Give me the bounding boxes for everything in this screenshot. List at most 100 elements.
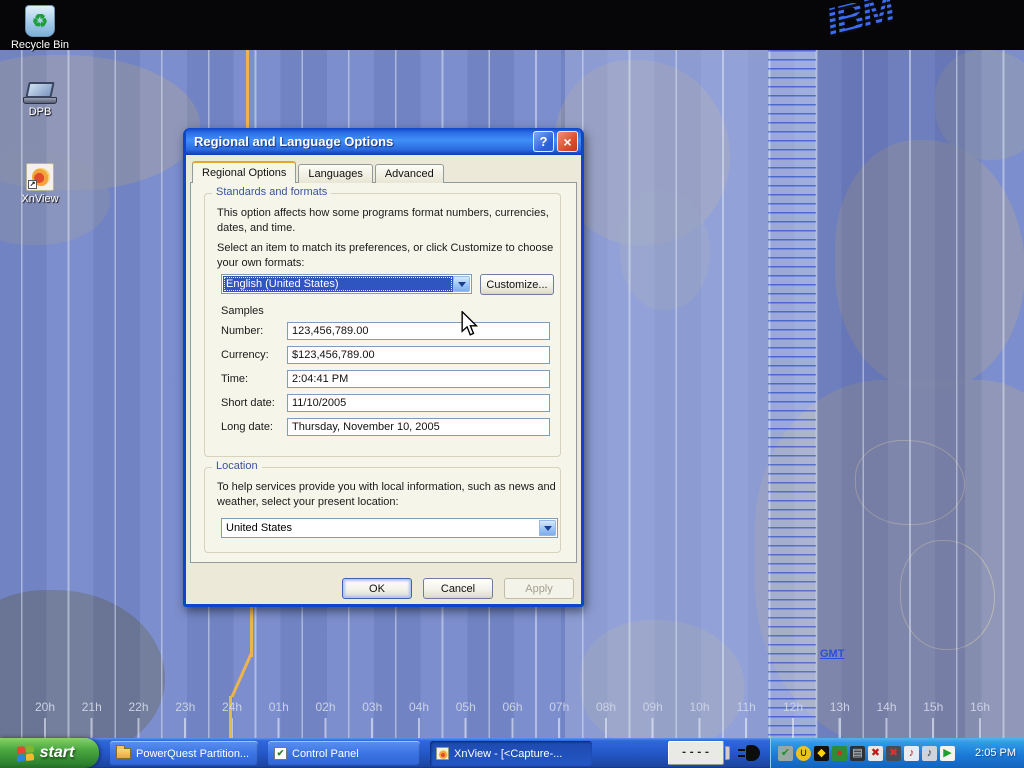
gmt-label: GMT [820,648,844,660]
long-date-sample-field[interactable]: Thursday, November 10, 2005 [287,418,550,436]
apply-button[interactable]: Apply [504,578,574,599]
dialog-title: Regional and Language Options [194,134,533,149]
task-label: PowerQuest Partition... [136,748,249,760]
hour-label: 14h [876,700,896,714]
tab-strip: Regional Options Languages Advanced [192,161,446,183]
number-sample-field[interactable]: 123,456,789.00 [287,322,550,340]
location-combobox[interactable]: United States [221,518,558,538]
sample-label: Number: [221,325,287,337]
samples-list: Number: 123,456,789.00 Currency: $123,45… [221,322,550,442]
taskbar-button-control-panel[interactable]: ✔ Control Panel [268,741,420,766]
hour-label: 06h [502,700,522,714]
start-button[interactable]: start [0,738,99,768]
hour-label: 07h [549,700,569,714]
laptop-icon [25,82,54,98]
hour-label: 21h [82,700,102,714]
tab-regional-options[interactable]: Regional Options [192,161,296,183]
task-label: XnView - [<Capture-... [454,748,562,760]
taskbar-clock[interactable]: 2:05 PM [975,738,1016,768]
hour-label: 16h [970,700,990,714]
location-selected-value: United States [223,520,539,536]
currency-sample-field[interactable]: $123,456,789.00 [287,346,550,364]
desktop-icon-xnview[interactable]: ↗ XnView [2,163,78,205]
sample-row: Time: 2:04:41 PM [221,370,550,388]
display-utility-tray-icon[interactable]: ◆ [814,746,829,761]
shortcut-arrow-icon: ↗ [28,180,37,189]
hour-label: 02h [315,700,335,714]
desktop-icon-label: DPB [2,106,78,118]
select-instruction: Select an item to match its preferences,… [217,241,565,271]
hardware-eject-tray-icon[interactable]: ✔ [778,746,793,761]
hour-label: 05h [456,700,476,714]
capture-tray-icon[interactable]: ▶ [940,746,955,761]
hour-label: 12h [783,700,803,714]
ok-button[interactable]: OK [342,578,412,599]
hour-label: 23h [175,700,195,714]
hour-label: 15h [923,700,943,714]
sample-row: Short date: 11/10/2005 [221,394,550,412]
hour-label: 04h [409,700,429,714]
cancel-button[interactable]: Cancel [423,578,493,599]
short-date-sample-field[interactable]: 11/10/2005 [287,394,550,412]
tab-advanced[interactable]: Advanced [375,164,444,183]
hour-label: 08h [596,700,616,714]
regional-options-tab-page: Standards and formats This option affect… [190,182,577,563]
audio-muted-tray-icon[interactable]: ♪ [904,746,919,761]
recycle-bin-icon: ♻ [25,5,55,37]
xnview-icon [436,747,449,760]
group-title: Standards and formats [212,186,331,198]
windows-flag-icon [17,745,34,762]
chevron-down-icon[interactable] [539,520,556,536]
folder-icon [116,748,131,759]
xnview-icon: ↗ [26,163,54,191]
sample-label: Long date: [221,421,287,433]
standards-and-formats-group: Standards and formats This option affect… [204,193,561,457]
customize-button[interactable]: Customize... [480,274,554,295]
sample-label: Time: [221,373,287,385]
hour-label: 03h [362,700,382,714]
toolbar-handle[interactable] [725,746,730,760]
laptop-icon-base [23,97,57,104]
samples-label: Samples [221,304,264,319]
hour-label: 10h [689,700,709,714]
power-plug-icon[interactable] [738,745,762,762]
dialog-titlebar[interactable]: Regional and Language Options ? × [186,128,581,155]
hour-label: 01h [269,700,289,714]
messenger-tray-icon[interactable]: ∪ [796,746,811,761]
standards-description: This option affects how some programs fo… [217,206,557,236]
date-line-segment [250,607,253,657]
network-activity-tray-icon[interactable]: ● [832,746,847,761]
regional-options-dialog: Regional and Language Options ? × Region… [183,128,584,607]
group-title: Location [212,460,262,472]
chevron-down-icon[interactable] [453,276,470,292]
location-group: Location To help services provide you wi… [204,467,561,553]
locale-combobox[interactable]: English (United States) [221,274,472,294]
hour-label: 11h [737,700,756,714]
taskbar: start PowerQuest Partition... ✔ Control … [0,738,1024,768]
hour-tick-marks [44,718,1024,738]
volume-tray-icon[interactable]: ♪ [922,746,937,761]
date-line-segment [246,50,249,129]
print-services-tray-icon[interactable]: ▤ [850,746,865,761]
top-black-band: IBM [0,0,1024,50]
collapsed-toolbar[interactable]: ---- [668,741,724,765]
help-button[interactable]: ? [533,131,554,152]
location-description: To help services provide you with local … [217,480,565,510]
desktop-icon-label: XnView [2,193,78,205]
taskbar-button-powerquest[interactable]: PowerQuest Partition... [110,741,258,766]
close-button[interactable]: × [557,131,578,152]
time-sample-field[interactable]: 2:04:41 PM [287,370,550,388]
gmt-hatched-band [768,50,816,738]
offline-monitor-tray-icon[interactable]: ✖ [886,746,901,761]
mouse-cursor [460,311,478,342]
blocked-task-tray-icon[interactable]: ✖ [868,746,883,761]
dialog-body: Regional Options Languages Advanced Stan… [186,155,581,604]
hour-label: 24h [222,700,242,714]
tab-languages[interactable]: Languages [298,164,372,183]
hour-label: 09h [643,700,663,714]
desktop-icon-recycle-bin[interactable]: ♻ Recycle Bin [2,5,78,51]
ibm-logo: IBM [822,0,898,46]
desktop-icon-dpb[interactable]: DPB [2,82,78,118]
sample-row: Long date: Thursday, November 10, 2005 [221,418,550,436]
taskbar-button-xnview[interactable]: XnView - [<Capture-... [430,741,592,766]
